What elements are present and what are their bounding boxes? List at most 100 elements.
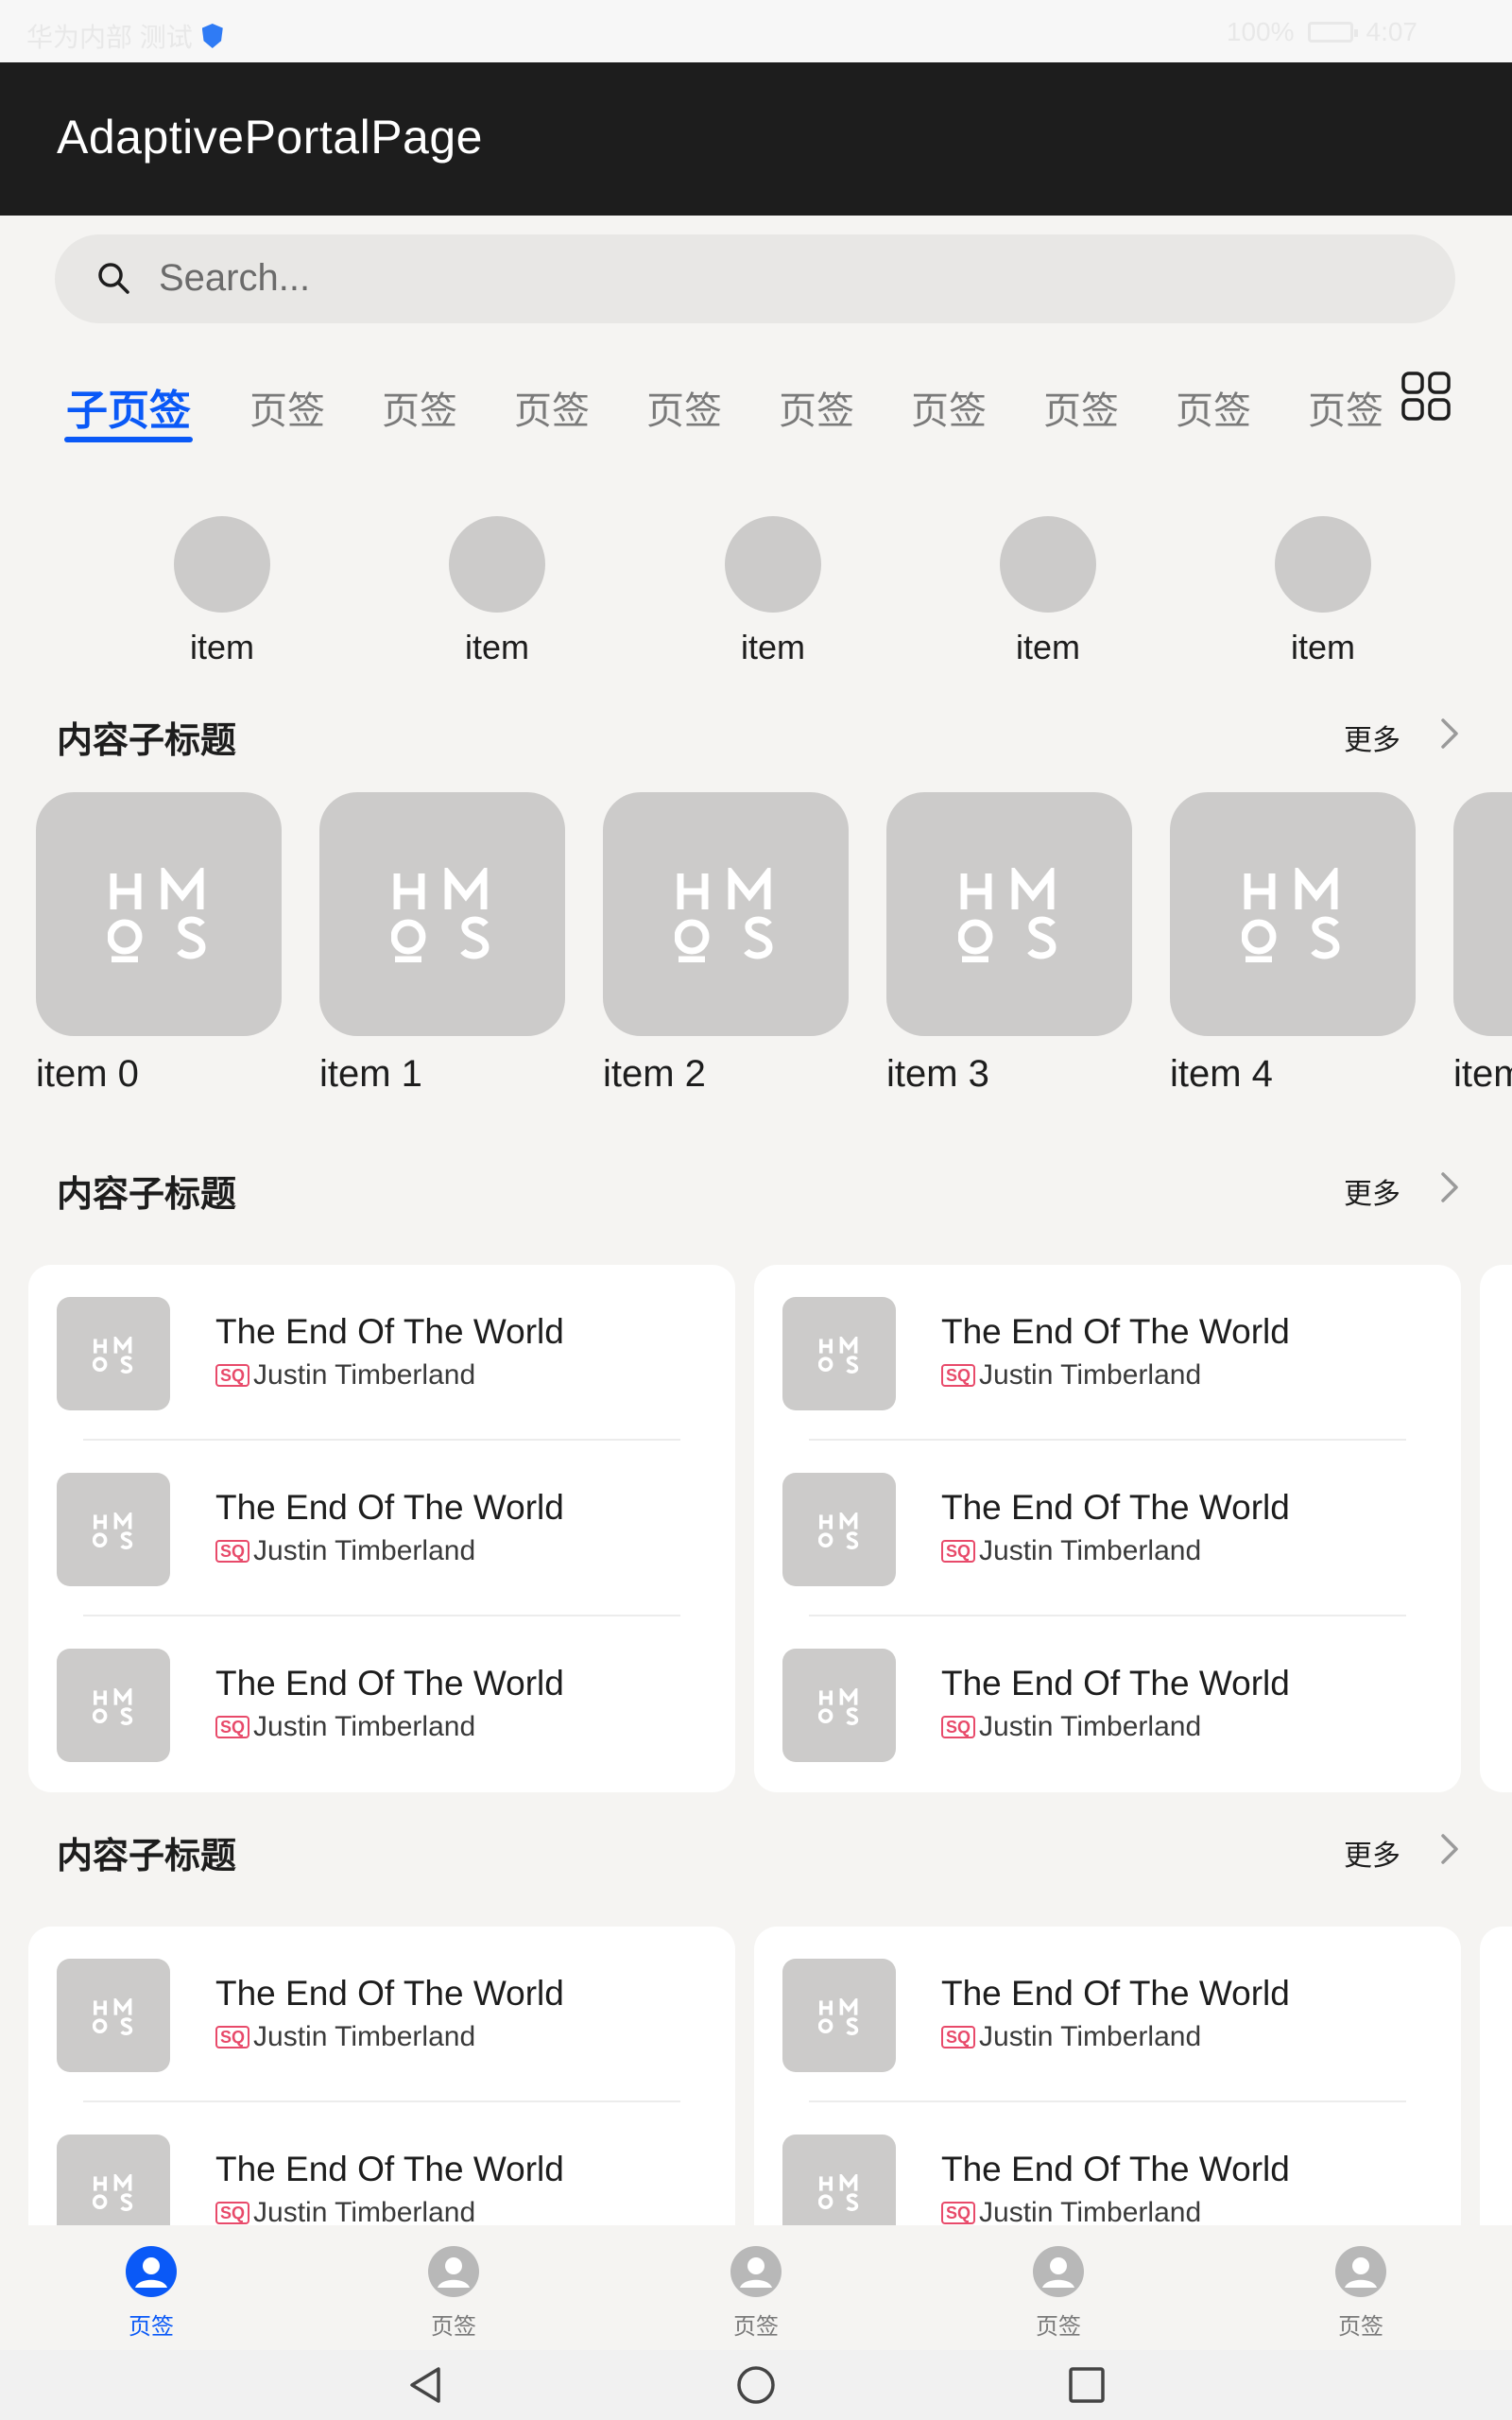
bottom-nav-item[interactable]: 页签 [1002,2246,1115,2341]
more-link[interactable]: 更多 [1344,1832,1400,1874]
shield-icon [201,24,223,48]
bottom-nav-item[interactable]: 页签 [397,2246,510,2341]
section-title: 内容子标题 [57,721,237,761]
app-card[interactable]: item 5 [1453,792,1512,1104]
chevron-right-icon[interactable] [1435,715,1463,752]
song-title: The End Of The World [941,1488,1290,1527]
sq-badge: SQ [941,2026,976,2048]
song-artist: Justin Timberland [979,1359,1202,1391]
song-title: The End Of The World [941,1312,1290,1351]
bottom-nav-item[interactable]: 页签 [699,2246,813,2341]
hmos-logo-icon [57,1959,170,2072]
song-title: The End Of The World [941,1974,1290,2013]
song-artist: Justin Timberland [979,1535,1202,1566]
song-artist: Justin Timberland [979,1711,1202,1742]
tab-item[interactable]: 页签 [382,380,457,435]
circle-item[interactable]: item [954,516,1143,677]
user-avatar-icon [1335,2246,1386,2297]
app-card[interactable]: item 3 [886,792,1132,1104]
song-title: The End Of The World [215,1664,564,1703]
song-list-card: The End Of The World SQ Justin Timberland… [754,1927,1461,2225]
song-row[interactable]: The End Of The World SQ Justin Timberland [754,1616,1461,1792]
tab-item[interactable]: 页签 [911,380,987,435]
app-card-label: item 4 [1170,1053,1273,1095]
tab-item[interactable]: 页签 [514,380,590,435]
bottom-nav-item[interactable]: 页签 [1304,2246,1418,2341]
circle-item[interactable]: item [679,516,868,677]
app-card-label: item 0 [36,1053,139,1095]
tab-bar: 子页签 页签 页签 页签 页签 页签 页签 页签 页签 页签 [0,369,1512,454]
song-title: The End Of The World [215,2150,564,2188]
bottom-nav-label: 页签 [733,2314,779,2340]
hmos-logo-icon [782,1297,896,1410]
bottom-nav-label: 页签 [129,2314,174,2340]
user-avatar-icon [126,2246,177,2297]
song-list-card: The End Of The World SQ Justin Timberland… [28,1927,735,2225]
hmos-logo-icon [782,2135,896,2225]
app-card[interactable]: item 1 [319,792,565,1104]
circle-item[interactable]: item [1228,516,1418,677]
song-row[interactable]: The End Of The World SQ Justin Timberland [754,2102,1461,2225]
app-card[interactable]: item 0 [36,792,282,1104]
tab-item[interactable]: 页签 [779,380,854,435]
song-artist: Justin Timberland [253,1359,476,1391]
song-row[interactable]: The End Of The World SQ Justin Timberland [28,1265,735,1441]
tab-item[interactable]: 页签 [646,380,722,435]
tab-item[interactable]: 页签 [1308,380,1383,435]
search-icon [98,263,129,294]
song-row[interactable]: The End Of The World SQ Justin Timberland [28,1441,735,1616]
bottom-nav: 页签 页签 页签 页签 页签 [0,2225,1512,2350]
grid-menu-icon[interactable] [1400,371,1452,422]
song-row[interactable]: The End Of The World SQ Justin Timberland [28,1927,735,2102]
app-card-label: item 3 [886,1053,989,1095]
song-row[interactable]: The End Of The World SQ Justin Timberland [28,2102,735,2225]
home-icon[interactable] [735,2363,777,2407]
tab-sub[interactable]: 子页签 [66,376,191,437]
search-box[interactable]: Search... [55,234,1455,323]
more-link[interactable]: 更多 [1344,717,1400,758]
app-card[interactable]: item 2 [603,792,849,1104]
song-list-card: The End Of The World SQ Justin Timberland… [754,1265,1461,1792]
song-list-card-peek [1480,1265,1512,1792]
hmos-logo-icon [782,1649,896,1762]
sq-badge: SQ [215,2026,250,2048]
hmos-logo-icon [57,1473,170,1586]
sq-badge: SQ [215,1540,250,1563]
circle-item[interactable]: item [403,516,592,677]
back-icon[interactable] [404,2363,446,2407]
tab-item[interactable]: 页签 [249,380,325,435]
sq-badge: SQ [941,1716,976,1738]
bottom-nav-label: 页签 [1036,2314,1081,2340]
song-row[interactable]: The End Of The World SQ Justin Timberland [754,1927,1461,2102]
song-list-card: The End Of The World SQ Justin Timberland… [28,1265,735,1792]
circle-item-label: item [464,628,529,666]
more-link[interactable]: 更多 [1344,1170,1400,1212]
sq-badge: SQ [941,2202,976,2224]
circle-icon [1000,516,1096,613]
tab-item[interactable]: 页签 [1176,380,1251,435]
section-title: 内容子标题 [57,1175,237,1215]
app-card-label: item 5 [1453,1053,1512,1095]
song-list-card-peek [1480,1927,1512,2225]
title-bar: AdaptivePortalPage [0,62,1512,216]
sq-badge: SQ [941,1540,976,1563]
song-artist: Justin Timberland [253,2197,476,2225]
sq-badge: SQ [215,2202,250,2224]
recents-icon[interactable] [1066,2363,1108,2407]
circle-item[interactable]: item [128,516,317,677]
clock: 4:07 [1366,17,1418,46]
app-card[interactable]: item 4 [1170,792,1416,1104]
bottom-nav-item[interactable]: 页签 [94,2246,208,2341]
song-artist: Justin Timberland [979,2021,1202,2052]
tab-item[interactable]: 页签 [1043,380,1119,435]
sq-badge: SQ [215,1364,250,1387]
circle-icon [725,516,821,613]
status-bar: 华为内部 测试 100% 4:07 [0,0,1512,62]
song-row[interactable]: The End Of The World SQ Justin Timberland [754,1265,1461,1441]
chevron-right-icon[interactable] [1435,1830,1463,1868]
search-input[interactable]: Search... [159,257,310,300]
hmos-logo-icon [319,792,565,1036]
chevron-right-icon[interactable] [1435,1168,1463,1206]
song-row[interactable]: The End Of The World SQ Justin Timberland [754,1441,1461,1616]
song-row[interactable]: The End Of The World SQ Justin Timberland [28,1616,735,1792]
